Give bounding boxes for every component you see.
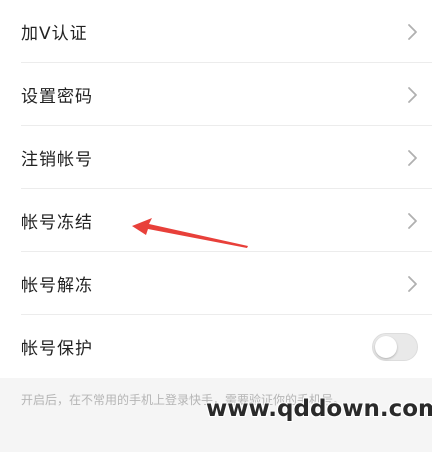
setting-label-unfreeze: 帐号解冻 <box>21 276 93 296</box>
setting-row-deregister[interactable]: 注销帐号 <box>0 126 432 189</box>
setting-row-unfreeze[interactable]: 帐号解冻 <box>0 252 432 315</box>
setting-label-deregister: 注销帐号 <box>21 150 93 170</box>
protection-toggle[interactable] <box>372 332 418 361</box>
red-arrow-annotation <box>132 218 248 248</box>
setting-label-freeze: 帐号冻结 <box>21 213 93 233</box>
setting-label-password: 设置密码 <box>21 87 93 107</box>
chevron-right-icon <box>408 212 417 229</box>
chevron-right-icon <box>408 23 417 40</box>
toggle-knob <box>375 335 397 358</box>
chevron-right-icon <box>408 149 417 166</box>
setting-label-protection: 帐号保护 <box>21 339 93 359</box>
setting-row-protection: 帐号保护 <box>0 315 432 378</box>
site-watermark: www.qddown.com <box>206 396 432 422</box>
setting-row-password[interactable]: 设置密码 <box>0 63 432 126</box>
setting-label-verify: 加V认证 <box>21 24 88 44</box>
chevron-right-icon <box>408 86 417 103</box>
chevron-right-icon <box>408 275 417 292</box>
setting-row-verify[interactable]: 加V认证 <box>0 0 432 63</box>
settings-list: 加V认证 设置密码 注销帐号 帐号冻结 帐号解冻 帐号保护 <box>0 0 432 378</box>
